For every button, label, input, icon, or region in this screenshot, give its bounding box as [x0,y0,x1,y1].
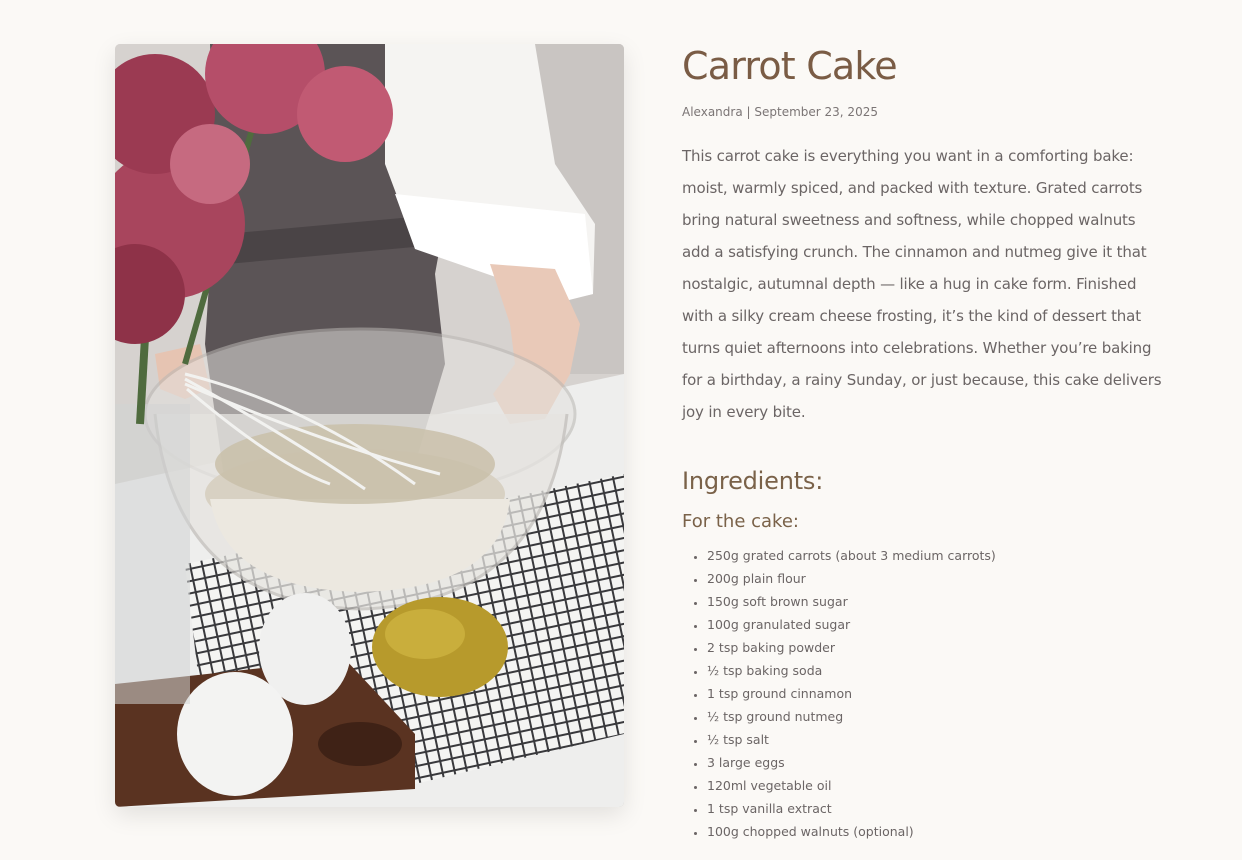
cake-ingredients-list: 250g grated carrots (about 3 medium carr… [682,544,1162,843]
ingredients-heading: Ingredients: [682,467,824,495]
ingredient-item: 120ml vegetable oil [707,774,1162,797]
publish-date: September 23, 2025 [754,105,878,119]
ingredient-item: 150g soft brown sugar [707,590,1162,613]
ingredient-item: ½ tsp baking soda [707,659,1162,682]
ingredient-item: 100g chopped walnuts (optional) [707,820,1162,843]
ingredient-item: 250g grated carrots (about 3 medium carr… [707,544,1162,567]
baking-photo-illustration [115,44,624,807]
recipe-hero-image [115,44,624,807]
cake-ingredients-heading: For the cake: [682,511,799,532]
ingredient-item: 1 tsp ground cinnamon [707,682,1162,705]
meta-separator: | [746,105,751,119]
author-name[interactable]: Alexandra [682,105,743,119]
recipe-meta: Alexandra | September 23, 2025 [682,104,1162,120]
recipe-intro: This carrot cake is everything you want … [682,147,1162,421]
ingredient-item: 2 tsp baking powder [707,636,1162,659]
ingredient-item: 3 large eggs [707,751,1162,774]
ingredient-item: ½ tsp ground nutmeg [707,705,1162,728]
ingredient-item: 200g plain flour [707,567,1162,590]
ingredient-item: 100g granulated sugar [707,613,1162,636]
recipe-page: Carrot Cake Alexandra | September 23, 20… [0,0,1242,860]
ingredient-item: ½ tsp salt [707,728,1162,751]
recipe-article: Carrot Cake Alexandra | September 23, 20… [682,40,1162,843]
recipe-title: Carrot Cake [682,44,898,88]
ingredient-item: 1 tsp vanilla extract [707,797,1162,820]
